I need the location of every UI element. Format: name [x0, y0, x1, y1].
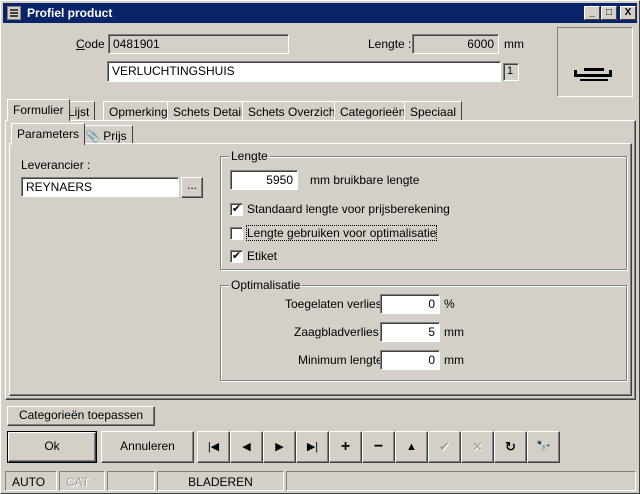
- find-button[interactable]: 🔭: [527, 431, 560, 463]
- status-message: [286, 471, 636, 491]
- minimum-lengte-label: Minimum lengte :: [298, 353, 390, 367]
- code-field[interactable]: 0481901: [108, 34, 289, 54]
- checkbox-standaard-lengte[interactable]: ✔: [230, 203, 243, 216]
- code-label: Code :: [76, 37, 112, 51]
- lengte-input[interactable]: 5950: [230, 170, 298, 190]
- next-record-icon: ▶: [275, 441, 284, 453]
- tab-schets-overzicht[interactable]: Schets Overzicht: [242, 101, 345, 121]
- lengte-optimalisatie-label: Lengte gebruiken voor optimalisatie: [245, 225, 438, 241]
- zaagbladverlies-input[interactable]: 5: [380, 322, 440, 342]
- title-bar: Profiel product _ □ X: [3, 3, 637, 23]
- previous-record-button[interactable]: ◀: [230, 431, 263, 463]
- description-count: 1: [503, 63, 519, 81]
- subtab-prijs[interactable]: 📎 Prijs: [79, 125, 133, 145]
- first-record-button[interactable]: |◀: [197, 431, 230, 463]
- check-icon: ✔: [439, 439, 450, 454]
- delete-record-button[interactable]: −: [362, 431, 395, 463]
- status-cat: CAT: [59, 471, 105, 491]
- leverancier-input[interactable]: REYNAERS: [21, 177, 179, 197]
- refresh-icon: ↻: [505, 439, 516, 454]
- lengte-header-field[interactable]: 6000: [412, 34, 499, 54]
- leverancier-browse-button[interactable]: ...: [181, 177, 203, 198]
- leverancier-label: Leverancier :: [21, 158, 91, 172]
- tab-speciaal[interactable]: Speciaal: [404, 101, 463, 121]
- minimum-lengte-unit: mm: [444, 353, 464, 367]
- last-record-icon: ▶|: [306, 441, 319, 453]
- paperclip-icon: 📎: [85, 129, 100, 143]
- previous-record-icon: ◀: [242, 441, 251, 453]
- binoculars-icon: 🔭: [536, 440, 551, 454]
- tab-schets-detail[interactable]: Schets Detail: [167, 101, 250, 121]
- toegelaten-verlies-unit: %: [444, 297, 455, 311]
- next-record-button[interactable]: ▶: [263, 431, 296, 463]
- status-auto: AUTO: [5, 471, 57, 491]
- subtab-parameters[interactable]: Parameters: [11, 123, 86, 145]
- up-triangle-icon: ▲: [406, 441, 417, 453]
- profile-preview: [557, 27, 633, 97]
- minimize-button[interactable]: _: [584, 6, 600, 20]
- edit-record-button[interactable]: ▲: [395, 431, 428, 463]
- tab-categorieen[interactable]: Categorieën: [334, 101, 412, 121]
- lengte-group-title: Lengte: [229, 149, 270, 163]
- checkbox-lengte-optimalisatie[interactable]: [230, 227, 243, 240]
- profile-preview-icon: [574, 68, 612, 81]
- zaagbladverlies-label: Zaagbladverlies :: [294, 325, 386, 339]
- etiket-label: Etiket: [247, 249, 278, 263]
- ok-button[interactable]: Ok: [7, 431, 97, 463]
- window-title: Profiel product: [27, 6, 113, 20]
- refresh-button[interactable]: ↻: [494, 431, 527, 463]
- checkbox-etiket[interactable]: ✔: [230, 250, 243, 263]
- minimum-lengte-input[interactable]: 0: [380, 350, 440, 370]
- profiel-product-window: Profiel product _ □ X Code : 0481901 Len…: [0, 0, 640, 494]
- toegelaten-verlies-label: Toegelaten verlies :: [285, 297, 389, 311]
- tab-opmerking[interactable]: Opmerking: [103, 101, 174, 121]
- lengte-header-unit: mm: [504, 37, 524, 51]
- lengte-header-label: Lengte :: [368, 37, 412, 51]
- confirm-button[interactable]: ✔: [428, 431, 461, 463]
- zaagbladverlies-unit: mm: [444, 325, 464, 339]
- minus-icon: −: [373, 438, 384, 455]
- optimalisatie-group-title: Optimalisatie: [229, 278, 303, 292]
- lengte-unit: mm bruikbare lengte: [310, 173, 420, 187]
- description-input[interactable]: VERLUCHTINGSHUIS: [107, 61, 501, 82]
- status-mode: BLADEREN: [157, 471, 284, 491]
- last-record-button[interactable]: ▶|: [296, 431, 329, 463]
- app-icon: [7, 6, 21, 20]
- cancel-edit-button[interactable]: ✕: [461, 431, 494, 463]
- plus-icon: +: [340, 438, 351, 455]
- standaard-lengte-label: Standaard lengte voor prijsberekening: [247, 202, 450, 216]
- maximize-button[interactable]: □: [601, 6, 617, 20]
- annuleren-button[interactable]: Annuleren: [101, 431, 194, 463]
- first-record-icon: |◀: [207, 441, 220, 453]
- categorieen-toepassen-button[interactable]: Categorieën toepassen: [7, 406, 155, 426]
- close-button[interactable]: X: [620, 6, 636, 20]
- cross-icon: ✕: [472, 439, 483, 454]
- toegelaten-verlies-input[interactable]: 0: [380, 294, 440, 314]
- add-record-button[interactable]: +: [329, 431, 362, 463]
- status-empty-1: [107, 471, 155, 491]
- tab-formulier[interactable]: Formulier: [7, 99, 70, 121]
